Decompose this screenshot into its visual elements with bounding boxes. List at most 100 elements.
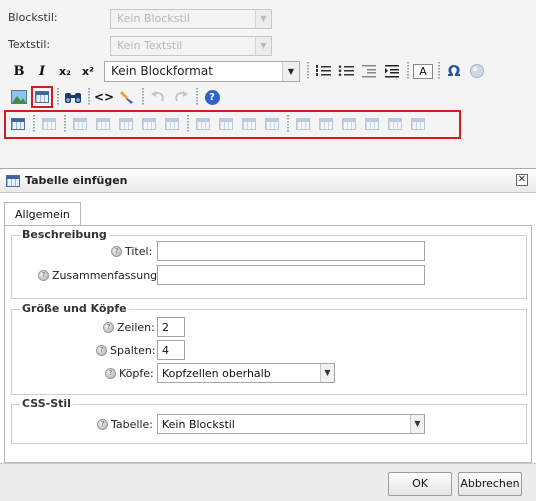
split-col-icon[interactable]	[261, 113, 283, 135]
toolbar-separator	[196, 88, 198, 106]
title-field-row: ? Titel:	[111, 241, 152, 261]
ok-button[interactable]: OK	[388, 472, 452, 496]
delete-row-icon[interactable]	[138, 113, 160, 135]
spellcheck-icon[interactable]	[466, 60, 488, 82]
summary-field-row: ? Zusammenfassung:	[38, 265, 161, 285]
text-style-label: Textstil:	[8, 37, 51, 51]
text-color-button[interactable]: A	[412, 60, 434, 82]
table-icon[interactable]	[7, 113, 29, 135]
bold-button[interactable]: B	[8, 60, 30, 82]
special-char-button[interactable]: Ω	[443, 60, 465, 82]
cols-label: Spalten:	[110, 343, 156, 357]
outdent-icon[interactable]	[358, 60, 380, 82]
chevron-down-icon: ▼	[410, 415, 424, 433]
split-cell-icon[interactable]	[407, 113, 429, 135]
headers-field-row: ? Köpfe:	[105, 363, 154, 383]
cell-properties-icon[interactable]	[292, 113, 314, 135]
toolbar-separator	[287, 115, 289, 133]
toolbar-separator	[88, 88, 90, 106]
help-button[interactable]: ?	[201, 86, 223, 108]
image-icon[interactable]	[8, 86, 30, 108]
rows-field-row: ? Zeilen:	[103, 317, 155, 337]
block-style-select[interactable]: Kein Blockstil ▼	[110, 9, 272, 29]
chevron-down-icon: ▼	[282, 61, 299, 81]
css-legend: CSS-Stil	[20, 397, 73, 410]
description-legend: Beschreibung	[20, 228, 109, 241]
toolbar-row-1: B I x₂ x² Kein Blockformat ▼ A Ω	[8, 59, 489, 83]
summary-label: Zusammenfassung:	[52, 268, 161, 282]
insert-table-dialog: Tabelle einfügen ✕ Allgemein Beschreibun…	[0, 168, 536, 501]
block-style-label: Blockstil:	[8, 10, 58, 24]
css-table-select[interactable]: Kein Blockstil ▼	[157, 414, 425, 434]
table-toolbar-row	[7, 112, 430, 136]
indent-icon[interactable]	[381, 60, 403, 82]
tab-allgemein[interactable]: Allgemein	[4, 202, 81, 226]
headers-select[interactable]: Kopfzellen oberhalb ▼	[157, 363, 335, 383]
cols-input[interactable]: 4	[157, 340, 185, 360]
dialog-title: Tabelle einfügen	[25, 174, 128, 187]
size-legend: Größe und Köpfe	[20, 302, 129, 315]
rows-input[interactable]: 2	[157, 317, 185, 337]
split-row-icon[interactable]	[161, 113, 183, 135]
help-icon[interactable]: ?	[105, 367, 116, 379]
table-icon	[6, 174, 20, 187]
cols-field-row: ? Spalten:	[96, 340, 156, 360]
toolbar-separator	[64, 115, 66, 133]
text-style-select[interactable]: Kein Textstil ▼	[110, 36, 272, 56]
delete-col-icon[interactable]	[238, 113, 260, 135]
cancel-button[interactable]: Abbrechen	[458, 472, 522, 496]
title-label: Titel:	[125, 244, 153, 258]
help-icon[interactable]: ?	[96, 344, 107, 356]
unordered-list-icon[interactable]	[335, 60, 357, 82]
toolbar-separator	[407, 62, 409, 80]
close-icon[interactable]: ✕	[516, 174, 528, 186]
dialog-tabs: Allgemein	[4, 201, 81, 226]
find-icon[interactable]	[62, 86, 84, 108]
editor-toolbar-area: Blockstil: Kein Blockstil ▼ Textstil: Ke…	[0, 0, 536, 168]
text-style-value: Kein Textstil	[117, 39, 183, 52]
block-format-value: Kein Blockformat	[111, 63, 213, 78]
insert-col-after-icon[interactable]	[215, 113, 237, 135]
help-icon[interactable]: ?	[38, 269, 49, 281]
headers-label: Köpfe:	[119, 366, 154, 380]
toolbar-separator	[307, 62, 309, 80]
insert-row-before-icon[interactable]	[92, 113, 114, 135]
insert-row-after-icon[interactable]	[115, 113, 137, 135]
title-input[interactable]	[157, 241, 425, 261]
headers-value: Kopfzellen oberhalb	[162, 367, 271, 380]
superscript-button[interactable]: x²	[77, 60, 99, 82]
merge-cells-icon[interactable]	[384, 113, 406, 135]
redo-icon[interactable]	[170, 86, 192, 108]
toolbar-separator	[187, 115, 189, 133]
chevron-down-icon: ▼	[320, 364, 334, 382]
help-icon: ?	[204, 89, 220, 105]
insert-cell-after-icon[interactable]	[338, 113, 360, 135]
dialog-footer: OK Abbrechen	[0, 463, 536, 501]
source-button[interactable]: <>	[93, 86, 115, 108]
dialog-titlebar[interactable]: Tabelle einfügen	[0, 169, 536, 193]
chevron-down-icon: ▼	[255, 37, 271, 55]
block-format-select[interactable]: Kein Blockformat ▼	[104, 60, 300, 82]
table-icon	[35, 91, 49, 103]
ordered-list-icon[interactable]	[312, 60, 334, 82]
rows-label: Zeilen:	[117, 320, 155, 334]
help-icon[interactable]: ?	[111, 245, 122, 257]
undo-icon[interactable]	[147, 86, 169, 108]
subscript-button[interactable]: x₂	[54, 60, 76, 82]
summary-input[interactable]	[157, 265, 425, 285]
block-style-row: Blockstil:	[8, 6, 108, 28]
insert-col-before-icon[interactable]	[192, 113, 214, 135]
help-icon[interactable]: ?	[103, 321, 114, 333]
table-properties-icon[interactable]	[38, 113, 60, 135]
insert-cell-before-icon[interactable]	[315, 113, 337, 135]
row-properties-icon[interactable]	[69, 113, 91, 135]
text-style-row: Textstil:	[8, 33, 108, 55]
tab-panel-allgemein: Beschreibung ? Titel: ? Zusammenfassung:…	[4, 225, 532, 463]
paintbrush-icon[interactable]	[116, 86, 138, 108]
css-table-value: Kein Blockstil	[162, 418, 235, 431]
help-icon[interactable]: ?	[97, 418, 108, 430]
toolbar-separator	[438, 62, 440, 80]
italic-button[interactable]: I	[31, 60, 53, 82]
delete-cell-icon[interactable]	[361, 113, 383, 135]
insert-table-button[interactable]	[31, 86, 53, 108]
